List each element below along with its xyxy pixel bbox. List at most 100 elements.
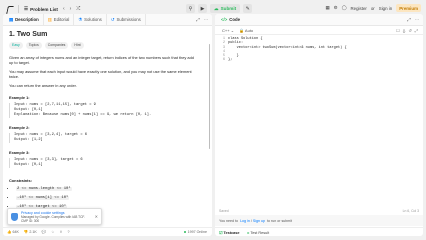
scrollbar[interactable] (208, 44, 210, 149)
topbar-right: ▦ ⚙ ◯ Register or Sign in Premium (325, 4, 421, 12)
debug-button[interactable]: ⚲ (186, 4, 195, 13)
example-output: Output: [0,1] (14, 163, 43, 167)
privacy-text: Privacy and cookie settings Managed by G… (21, 211, 92, 223)
left-tabs: ▤ Description ▥ Editorial ⚗ Solutions ↺ … (3, 14, 212, 26)
constraint-item: -10⁹ <= nums[i] <= 10⁹ (16, 194, 206, 201)
example-box: Input: nums = [3,3], target = 6 Output: … (9, 158, 206, 168)
console-message: You need to Log in / Sign up to run or sub… (215, 215, 423, 226)
chevron-down-icon: ⌄ (230, 27, 235, 33)
hint-chip[interactable]: Hint (71, 42, 84, 49)
list-icon: ☰ (24, 6, 29, 11)
help-icon[interactable]: ? (68, 230, 70, 234)
checkbox-icon: ☑ (219, 230, 223, 235)
cursor-position: Ln 6, Col 3 (402, 209, 419, 213)
tab-description[interactable]: ▤ Description (5, 14, 44, 26)
document-icon: ▤ (9, 16, 14, 22)
bookmark-icon[interactable]: ☐ (396, 28, 400, 33)
signup-link[interactable]: Sign up (253, 219, 265, 223)
thumbs-up-icon: 👍 (7, 230, 12, 234)
premium-button[interactable]: Premium (396, 4, 421, 12)
online-count: 1997 Online (183, 230, 207, 234)
code-tabs: </> Code ⤢ ⋯ (215, 14, 423, 26)
panel-controls: ⤢ ⋯ (196, 17, 208, 23)
problem-title[interactable]: 1. Two Sum (9, 31, 206, 38)
online-dot-icon (183, 231, 186, 233)
user-icon: ◯ (341, 5, 347, 10)
shield-icon (11, 212, 18, 221)
flask-icon: ⚗ (78, 16, 83, 22)
lock-icon: 🔒 (239, 27, 245, 33)
dislike-button[interactable]: 👎 2.1K (24, 230, 37, 234)
divider (18, 5, 19, 13)
reset-icon[interactable]: ↺ (408, 28, 411, 33)
code-icon: </> (221, 17, 228, 22)
privacy-banner[interactable]: Privacy and cookie settings Managed by G… (7, 208, 102, 225)
tab-solutions[interactable]: ⚗ Solutions (74, 14, 107, 26)
tab-submissions[interactable]: ↺ Submissions (107, 14, 146, 26)
close-icon[interactable]: ✕ (95, 214, 98, 219)
expand-icon[interactable]: ⤢ (415, 28, 418, 33)
problem-paragraph: You may assume that each input would hav… (9, 69, 192, 79)
tab-test-result[interactable]: ▸ Test Result (247, 230, 269, 235)
book-icon: ▥ (47, 16, 52, 22)
braces-icon[interactable]: {} (403, 28, 406, 33)
save-status: Saved (219, 209, 229, 213)
editor-tools: ☐ {} ↺ ⤢ (396, 28, 418, 33)
next-problem-icon[interactable]: › (70, 6, 72, 12)
code-lines[interactable]: class Solution {public: vector<int> twoS… (228, 37, 347, 63)
example-title: Example 2: (9, 125, 30, 130)
console-tabs: ☑ Testcase ▸ Test Result (215, 227, 423, 236)
example-title: Example 1: (9, 95, 30, 100)
like-button[interactable]: 👍 64K (7, 230, 19, 234)
thumbs-down-icon: 👎 (23, 230, 29, 234)
settings-icon[interactable]: ⚙ (334, 5, 338, 11)
description-panel: ▤ Description ▥ Editorial ⚗ Solutions ↺ … (3, 14, 212, 236)
login-link[interactable]: Log in (240, 219, 250, 223)
register-link[interactable]: Register (351, 6, 367, 11)
problem-paragraph: You can return the answer in any order. (9, 83, 77, 88)
comment-icon[interactable]: 💬 (42, 230, 46, 234)
maximize-icon[interactable]: ⤢ (196, 17, 199, 23)
privacy-subtitle: Managed by Google. Complies with IAB TCF… (21, 214, 85, 223)
layout-icon[interactable]: ▦ (325, 5, 329, 11)
note-button[interactable]: ✎ (243, 4, 253, 13)
auto-save-indicator[interactable]: 🔒 Auto (239, 28, 253, 33)
or-text: or (370, 5, 375, 11)
code-toolbar: C++ ⌄ 🔒 Auto ☐ {} ↺ ⤢ (215, 26, 423, 35)
example-output: Output: [1,2] (14, 138, 43, 142)
editor-status: Saved Ln 6, Col 3 (219, 209, 419, 213)
problem-paragraph: Given an array of integers nums and an i… (9, 55, 194, 65)
difficulty-badge: Easy (9, 42, 23, 49)
example-box: Input: nums = [3,2,4], target = 6 Output… (9, 133, 206, 143)
description-footer: 👍 64K 👎 2.1K 💬 ☆ ⇪ ? 1997 Online (3, 227, 212, 236)
constraints-title: Constraints: (9, 178, 32, 183)
maximize-icon[interactable]: ⤢ (407, 17, 410, 23)
run-controls: ⚲ ▶ ☁ Submit ✎ (186, 4, 253, 13)
constraint-item: 2 <= nums.length <= 10⁴ (16, 185, 206, 192)
tab-editorial[interactable]: ▥ Editorial (44, 14, 75, 26)
tab-code[interactable]: </> Code (217, 14, 244, 26)
history-icon: ↺ (110, 16, 115, 22)
more-icon[interactable]: ⋯ (415, 17, 419, 23)
more-icon[interactable]: ⋯ (204, 17, 208, 23)
run-button[interactable]: ▶ (198, 4, 207, 13)
shuffle-icon[interactable]: ⤮ (76, 6, 80, 12)
cloud-upload-icon: ☁ (214, 5, 219, 11)
leetcode-logo-icon[interactable] (6, 6, 13, 13)
constraints-list: 2 <= nums.length <= 10⁴ -10⁹ <= nums[i] … (9, 185, 206, 210)
language-select[interactable]: C++ ⌄ (222, 28, 234, 33)
code-editor[interactable]: 123456 class Solution {public: vector<in… (215, 35, 423, 211)
tab-testcase[interactable]: ☑ Testcase (219, 230, 239, 235)
companies-chip[interactable]: Companies (44, 42, 69, 49)
prev-problem-icon[interactable]: ‹ (63, 6, 65, 12)
code-line: }; (228, 58, 233, 63)
topics-chip[interactable]: Topics (25, 42, 42, 49)
submit-button[interactable]: ☁ Submit (210, 4, 241, 13)
star-icon[interactable]: ☆ (51, 230, 54, 234)
problem-list-link[interactable]: ☰ Problem List (24, 6, 58, 12)
share-icon[interactable]: ⇪ (60, 230, 63, 234)
example-box: Input: nums = [2,7,11,15], target = 9 Ou… (9, 103, 206, 118)
panel-controls: ⤢ ⋯ (407, 17, 419, 23)
line-numbers: 123456 (222, 37, 225, 63)
signin-link[interactable]: Sign in (379, 6, 392, 11)
